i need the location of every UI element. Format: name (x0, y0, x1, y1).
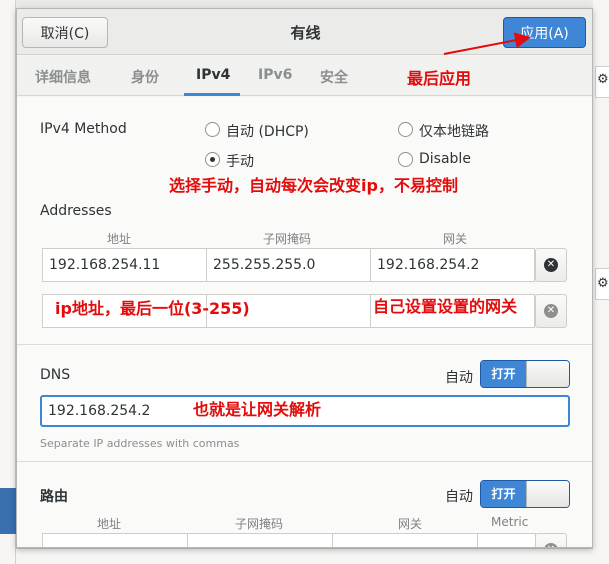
divider (17, 344, 592, 345)
remove-route-button[interactable]: ✕ (535, 533, 567, 547)
wired-settings-dialog: 取消(C) 有线 应用(A) 详细信息 身份 IPv4 IPv6 安全 IPv4… (16, 8, 593, 548)
gear-icon: ⚙ (597, 276, 609, 291)
divider (17, 461, 592, 462)
tab-ipv6[interactable]: IPv6 (258, 67, 292, 83)
radio-manual-label: 手动 (226, 154, 254, 170)
tab-details[interactable]: 详细信息 (35, 67, 91, 87)
route-gateway-input[interactable] (332, 533, 478, 547)
route-column-address: 地址 (97, 517, 122, 531)
annotation-ip-note: ip地址，最后一位(3-255) (55, 299, 250, 318)
dns-auto-toggle[interactable]: 打开 (480, 360, 570, 388)
tab-ipv4[interactable]: IPv4 (196, 67, 230, 83)
ipv4-panel: IPv4 Method 自动 (DHCP) 仅本地链路 手动 Disable A… (17, 97, 592, 547)
dns-toggle-on-label: 打开 (481, 361, 526, 387)
dns-hint: Separate IP addresses with commas (40, 437, 240, 450)
annotation-apply-note: 最后应用 (407, 69, 472, 88)
column-header-address: 地址 (107, 232, 132, 246)
tab-identity[interactable]: 身份 (131, 67, 159, 87)
background-window-right: ⚙ ⚙ (593, 0, 609, 564)
background-selected-row (0, 488, 16, 534)
active-tab-indicator (184, 93, 240, 96)
netmask-input[interactable]: 255.255.255.0 (206, 248, 371, 282)
route-address-input[interactable] (42, 533, 188, 547)
remove-empty-address-button[interactable]: ✕ (535, 294, 567, 328)
routes-auto-label: 自动 (445, 489, 473, 505)
gateway-input[interactable]: 192.168.254.2 (370, 248, 535, 282)
radio-link-local-label: 仅本地链路 (419, 124, 489, 140)
apply-button[interactable]: 应用(A) (503, 17, 586, 48)
annotation-gateway-note: 自己设置设置的网关 (373, 297, 518, 316)
routes-toggle-on-label: 打开 (481, 481, 526, 507)
radio-link-local[interactable] (398, 122, 413, 137)
address-input[interactable]: 192.168.254.11 (42, 248, 207, 282)
dns-auto-label: 自动 (445, 370, 473, 386)
dialog-header: 取消(C) 有线 应用(A) (17, 9, 592, 55)
tab-bar: 详细信息 身份 IPv4 IPv6 安全 (17, 56, 592, 96)
radio-manual[interactable] (205, 152, 220, 167)
background-window-left (0, 0, 16, 564)
column-header-netmask: 子网掩码 (263, 232, 312, 246)
routes-label: 路由 (40, 489, 68, 505)
radio-disable[interactable] (398, 152, 413, 167)
column-header-gateway: 网关 (443, 232, 468, 246)
routes-auto-toggle[interactable]: 打开 (480, 480, 570, 508)
dns-toggle-knob (526, 361, 569, 387)
route-netmask-input[interactable] (187, 533, 333, 547)
remove-address-button[interactable]: ✕ (535, 248, 567, 282)
addresses-label: Addresses (40, 203, 112, 219)
route-column-netmask: 子网掩码 (235, 517, 284, 531)
background-window-bottom (16, 548, 593, 564)
gear-icon: ⚙ (597, 72, 609, 87)
route-column-gateway: 网关 (398, 517, 423, 531)
annotation-dns-note: 也就是让网关解析 (193, 400, 322, 419)
route-column-metric: Metric (491, 515, 529, 529)
dns-label: DNS (40, 367, 71, 383)
radio-disable-label: Disable (419, 151, 471, 167)
annotation-method-note: 选择手动，自动每次会改变ip，不易控制 (169, 176, 458, 195)
close-icon: ✕ (544, 304, 558, 318)
close-icon: ✕ (544, 543, 558, 547)
radio-auto-dhcp-label: 自动 (DHCP) (226, 124, 309, 140)
routes-toggle-knob (526, 481, 569, 507)
ipv4-method-label: IPv4 Method (40, 121, 127, 137)
close-icon: ✕ (544, 258, 558, 272)
route-metric-input[interactable] (477, 533, 536, 547)
radio-auto-dhcp[interactable] (205, 122, 220, 137)
tab-security[interactable]: 安全 (320, 67, 348, 87)
